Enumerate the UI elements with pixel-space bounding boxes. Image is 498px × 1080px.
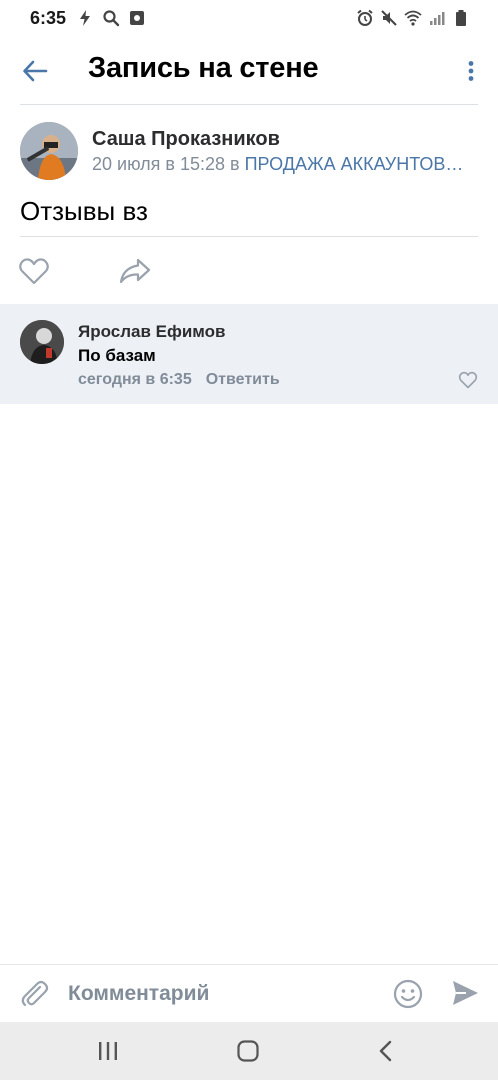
status-bar: 6:35 [0, 0, 498, 38]
like-icon[interactable] [18, 256, 50, 286]
arrow-left-icon [23, 60, 48, 82]
post-author-name[interactable]: Саша Проказников [92, 128, 280, 151]
post-author-avatar[interactable] [20, 122, 78, 180]
comment-author-avatar[interactable] [20, 320, 64, 364]
nav-back-icon[interactable] [376, 1039, 396, 1063]
app-header: Запись на стене [0, 38, 498, 104]
comment-meta: сегодня в 6:35 Ответить [78, 371, 280, 389]
home-icon[interactable] [236, 1039, 260, 1063]
share-icon[interactable] [118, 256, 152, 286]
comment-author-name[interactable]: Ярослав Ефимов [78, 322, 226, 342]
page-title: Запись на стене [88, 52, 319, 84]
comment-like-icon[interactable] [458, 370, 478, 390]
screen-record-icon [130, 11, 144, 25]
flash-icon [80, 10, 90, 26]
recent-apps-icon[interactable] [96, 1040, 120, 1062]
system-nav-bar [0, 1022, 498, 1080]
wifi-icon [404, 10, 422, 26]
signal-icon [430, 12, 445, 25]
alarm-icon [357, 9, 373, 26]
post-group-link[interactable]: ПРОДАЖА АККАУНТОВ… [245, 154, 464, 174]
more-button[interactable] [458, 54, 484, 88]
search-icon [103, 10, 120, 27]
battery-icon [456, 10, 466, 26]
post-actions [0, 250, 498, 292]
avatar-image [20, 122, 78, 180]
status-time: 6:35 [30, 8, 67, 28]
paperclip-icon[interactable] [18, 978, 50, 1010]
avatar-image [20, 320, 64, 364]
reply-button[interactable]: Ответить [206, 371, 280, 389]
post-date: 20 июля в 15:28 в [92, 154, 245, 174]
comment-input[interactable] [68, 975, 378, 1013]
emoji-icon[interactable] [392, 978, 424, 1010]
more-vertical-icon [468, 61, 474, 81]
comment-text: По базам [78, 346, 156, 365]
back-button[interactable] [18, 54, 52, 88]
send-icon[interactable] [450, 978, 480, 1008]
comment-time: сегодня в 6:35 [78, 371, 192, 388]
post-text: Отзывы вз [20, 196, 148, 226]
post-divider [20, 236, 478, 237]
post-meta: 20 июля в 15:28 в ПРОДАЖА АККАУНТОВ… [92, 154, 478, 175]
comment-item: Ярослав Ефимов По базам сегодня в 6:35 О… [0, 304, 498, 404]
header-divider [20, 104, 478, 105]
mute-icon [381, 10, 397, 26]
comment-composer [0, 964, 498, 1022]
